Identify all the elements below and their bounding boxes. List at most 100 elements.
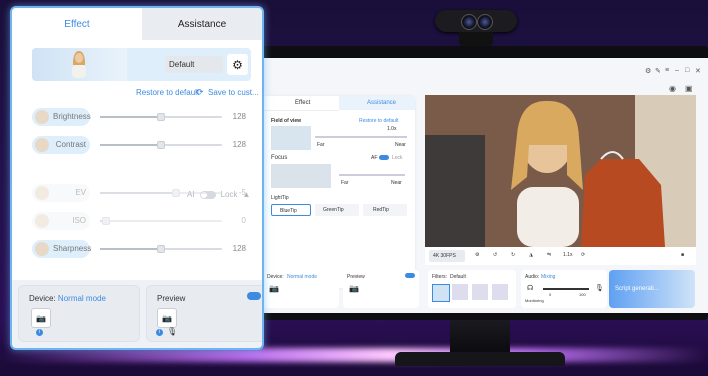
monitor-screen: ⚙ ✎ ≡ – □ ✕ ◉ ▣ Effect Assistance Field … — [253, 58, 708, 313]
save-custom-link[interactable]: Save to cust... — [208, 88, 259, 97]
preview-toggle[interactable] — [405, 273, 415, 278]
ev-value: -5 — [238, 188, 246, 197]
preview-label: Preview — [157, 294, 186, 303]
lighttip-label: LightTip — [271, 195, 289, 201]
sharpness-value: 128 — [232, 244, 246, 253]
flip-icon[interactable]: ◮ — [529, 252, 533, 258]
webcam-lens-right — [477, 14, 493, 30]
inner-effect-panel: Effect Assistance Field of view Restore … — [263, 96, 415, 288]
menu-icon[interactable]: ≡ — [665, 67, 669, 74]
filter-thumb[interactable] — [472, 284, 488, 300]
camera-icon[interactable]: 📷 — [349, 284, 359, 293]
ev-slider[interactable] — [100, 189, 222, 197]
audio-slider[interactable] — [543, 288, 589, 290]
settings-icon[interactable]: ⚙ — [645, 67, 651, 75]
ev-icon — [35, 186, 49, 200]
inner-tab-effect[interactable]: Effect — [295, 100, 310, 106]
settings-icon[interactable]: ⚙ — [475, 252, 479, 258]
fov-far: Far — [317, 142, 325, 148]
contrast-value: 128 — [232, 140, 246, 149]
maximize-icon[interactable]: □ — [685, 67, 689, 74]
fov-value: 1.0x — [387, 126, 397, 132]
mirror-icon[interactable]: ⇋ — [547, 252, 551, 258]
restore-icon[interactable]: ⟳ — [196, 87, 204, 98]
iso-slider[interactable] — [100, 217, 222, 225]
webcam — [435, 10, 517, 32]
tab-effect[interactable]: Effect — [12, 8, 142, 40]
sharpness-slider[interactable] — [100, 245, 222, 253]
contrast-icon — [35, 138, 49, 152]
brightness-slider[interactable] — [100, 113, 222, 121]
webcam-lens-left — [461, 14, 477, 30]
tab-assistance[interactable]: Assistance — [142, 8, 262, 40]
camera-icon[interactable]: 📷 — [269, 284, 279, 293]
ev-label: EV — [75, 188, 86, 197]
webcam-mount — [459, 32, 493, 46]
brightness-value: 128 — [232, 112, 246, 121]
restore-default-link[interactable]: Restore to default — [136, 88, 199, 97]
gear-icon[interactable]: ⚙ — [227, 54, 248, 75]
monitor-base — [395, 352, 565, 366]
refresh-icon[interactable]: ⟳ — [581, 252, 585, 258]
focus-slider[interactable] — [339, 174, 405, 176]
tip-red[interactable]: RedTip — [363, 204, 407, 216]
close-icon[interactable]: ✕ — [695, 67, 701, 75]
tip-blue[interactable]: BlueTip — [271, 204, 311, 216]
slider-row-iso: ISO 0 — [32, 212, 252, 230]
filter-thumb[interactable] — [432, 284, 450, 302]
slider-row-contrast: Contrast 128 — [32, 136, 252, 154]
preview-toolbar: 4K 30FPS ⚙ ↺ ↻ ◮ ⇋ 1.1x ⟳ ■ — [425, 247, 696, 265]
mic-icon[interactable]: 🎙 — [595, 284, 604, 292]
neon-glow — [0, 348, 708, 362]
tip-green[interactable]: GreenTip — [315, 204, 359, 216]
device-mode: Normal mode — [57, 294, 106, 303]
device-card: Device: Normal mode 📷 i — [18, 285, 140, 342]
rotate-right-icon[interactable]: ↻ — [511, 252, 515, 258]
script-generation-card[interactable]: Script generati... — [609, 270, 695, 308]
link-icon[interactable]: ✎ — [655, 67, 661, 75]
fov-thumbnail — [271, 126, 311, 150]
cast-icon[interactable]: ▣ — [685, 84, 693, 93]
af-toggle[interactable] — [379, 155, 389, 160]
filter-thumb[interactable] — [452, 284, 468, 300]
inner-audio-card: Audio: Mixing ☊ 🎙 Monitoring 0 100 — [521, 270, 607, 308]
effect-settings: Default ⚙ Restore to default ⟳ Save to c… — [12, 40, 262, 280]
contrast-slider[interactable] — [100, 141, 222, 149]
sharpness-icon — [35, 242, 49, 256]
brightness-label: Brightness — [53, 112, 91, 121]
fov-near: Near — [395, 142, 406, 148]
focus-label: Focus — [271, 155, 288, 161]
preview-card: Preview 📷 i 🎙 — [146, 285, 262, 342]
slider-row-ev: EV -5 — [32, 184, 252, 202]
device-label: Device: — [29, 294, 56, 303]
microphone-icon[interactable]: 🎙 — [167, 327, 177, 336]
person-thumbnail — [72, 51, 86, 78]
preset-select[interactable]: Default — [165, 56, 223, 73]
fov-label: Field of view — [271, 118, 302, 124]
focus-far: Far — [341, 180, 349, 186]
fov-slider[interactable] — [315, 136, 407, 138]
zoom-value[interactable]: 1.1x — [563, 252, 572, 258]
monitor-stand — [450, 320, 510, 352]
resolution-select[interactable]: 4K 30FPS — [429, 250, 465, 262]
inner-filters-card: Filters: Default — [428, 270, 516, 308]
focus-near: Near — [391, 180, 402, 186]
minimize-icon[interactable]: – — [675, 67, 679, 74]
iso-value: 0 — [241, 216, 246, 225]
camera-icon[interactable]: 📷 — [31, 308, 51, 328]
preview-toggle[interactable] — [247, 292, 261, 300]
location-icon[interactable]: ◉ — [669, 84, 676, 93]
headphones-icon[interactable]: ☊ — [527, 284, 533, 292]
af-label: AF — [371, 155, 378, 161]
focus-lock-label: Lock — [392, 155, 403, 161]
info-icon[interactable]: i — [156, 329, 163, 336]
record-icon[interactable]: ■ — [681, 252, 684, 258]
fov-restore[interactable]: Restore to default — [359, 118, 398, 124]
inner-tab-assistance[interactable]: Assistance — [367, 100, 396, 106]
filter-thumb[interactable] — [492, 284, 508, 300]
effect-panel-zoom: Effect Assistance Default ⚙ Restore to d… — [10, 6, 264, 350]
rotate-left-icon[interactable]: ↺ — [493, 252, 497, 258]
info-icon[interactable]: i — [36, 329, 43, 336]
camera-icon[interactable]: 📷 — [157, 308, 177, 328]
slider-row-sharpness: Sharpness 128 — [32, 240, 252, 258]
